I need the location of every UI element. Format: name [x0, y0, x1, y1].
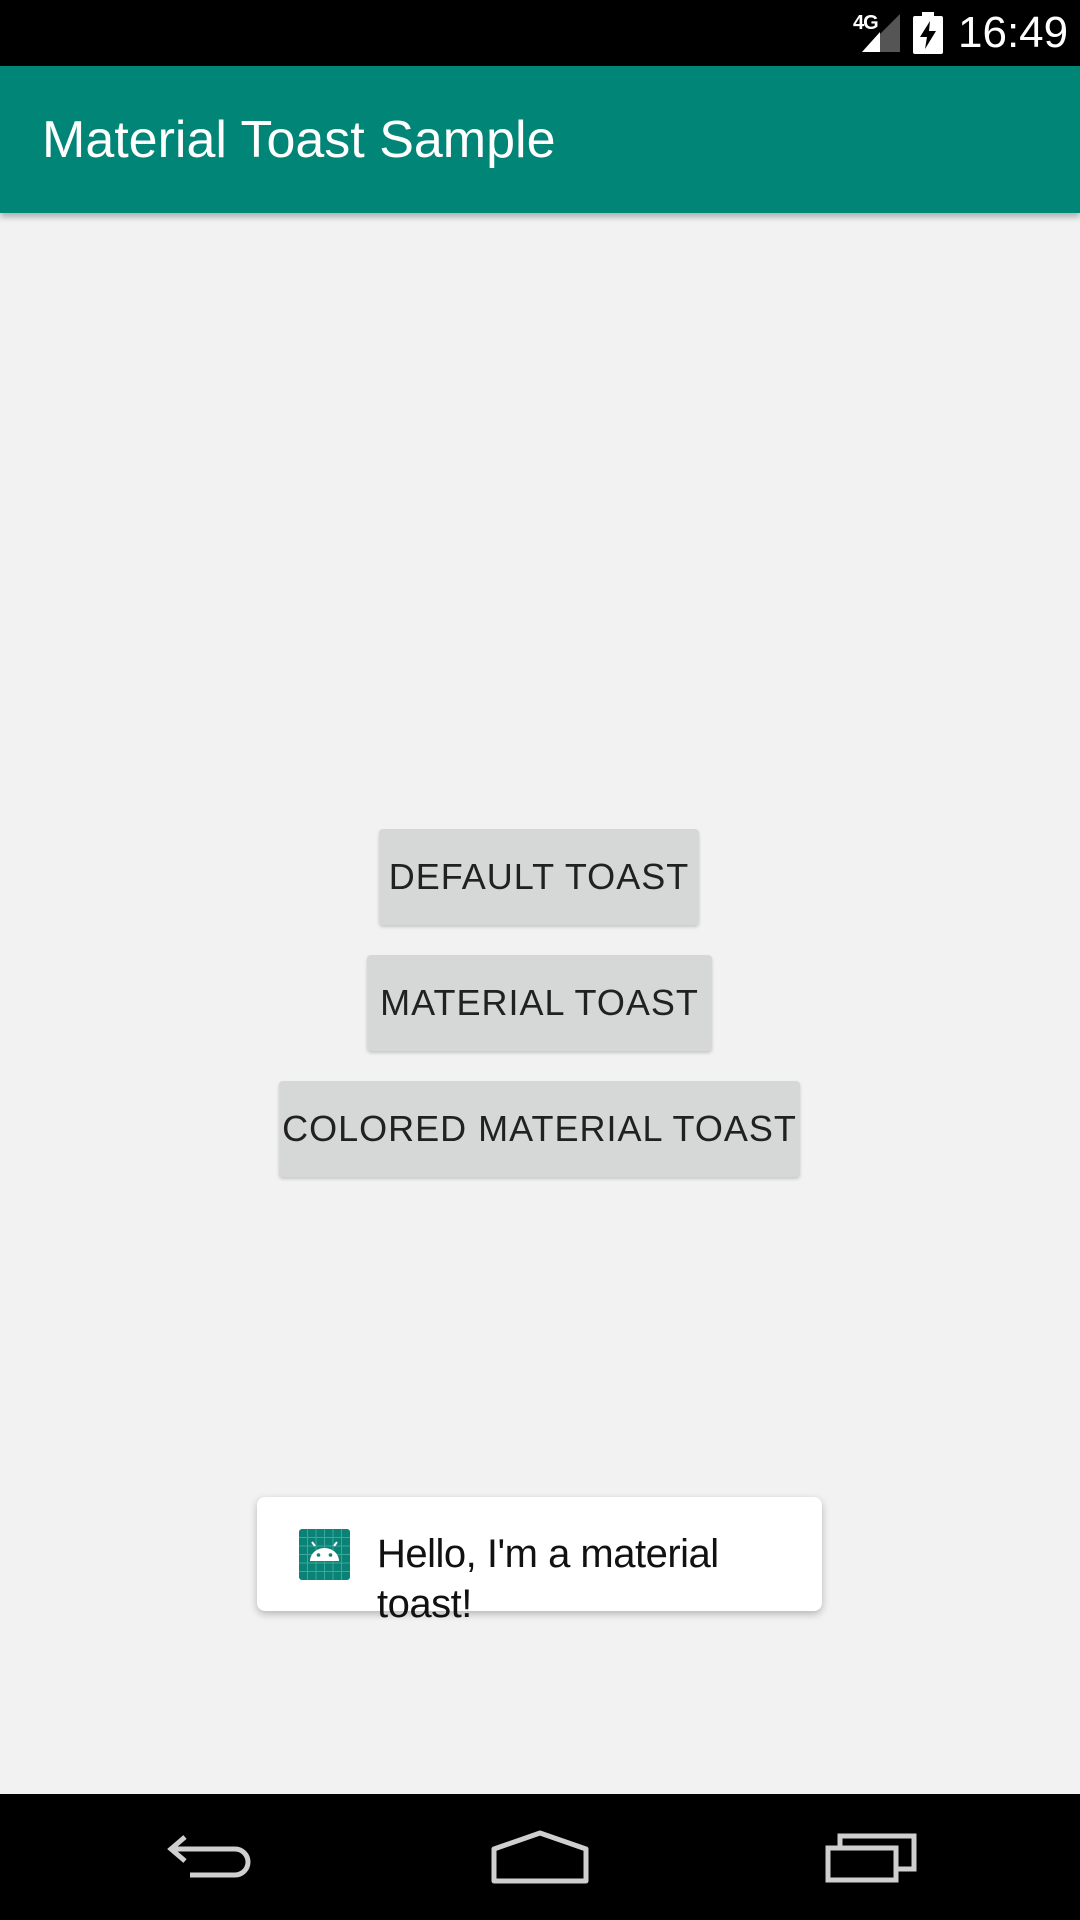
material-toast-button[interactable]: MATERIAL TOAST — [367, 955, 712, 1051]
status-bar: 4G 16:49 — [0, 0, 1080, 66]
status-clock: 16:49 — [958, 8, 1069, 57]
signal-icon — [862, 14, 900, 52]
home-icon — [491, 1830, 589, 1884]
app-title: Material Toast Sample — [42, 111, 556, 169]
battery-charging-icon — [913, 12, 943, 54]
home-button[interactable] — [480, 1814, 600, 1900]
recents-icon — [825, 1833, 917, 1883]
back-button[interactable] — [150, 1814, 270, 1900]
recents-button[interactable] — [812, 1814, 932, 1900]
toast-message: Hello, I'm a material toast! — [377, 1532, 719, 1626]
app-bar: Material Toast Sample — [0, 66, 1080, 213]
default-toast-button[interactable]: DEFAULT TOAST — [379, 829, 699, 925]
back-icon — [167, 1835, 251, 1878]
android-icon — [299, 1529, 350, 1580]
material-toast: Hello, I'm a material toast! — [257, 1497, 822, 1626]
colored-material-toast-button[interactable]: COLORED MATERIAL TOAST — [279, 1081, 800, 1177]
navigation-bar — [0, 1794, 1080, 1920]
